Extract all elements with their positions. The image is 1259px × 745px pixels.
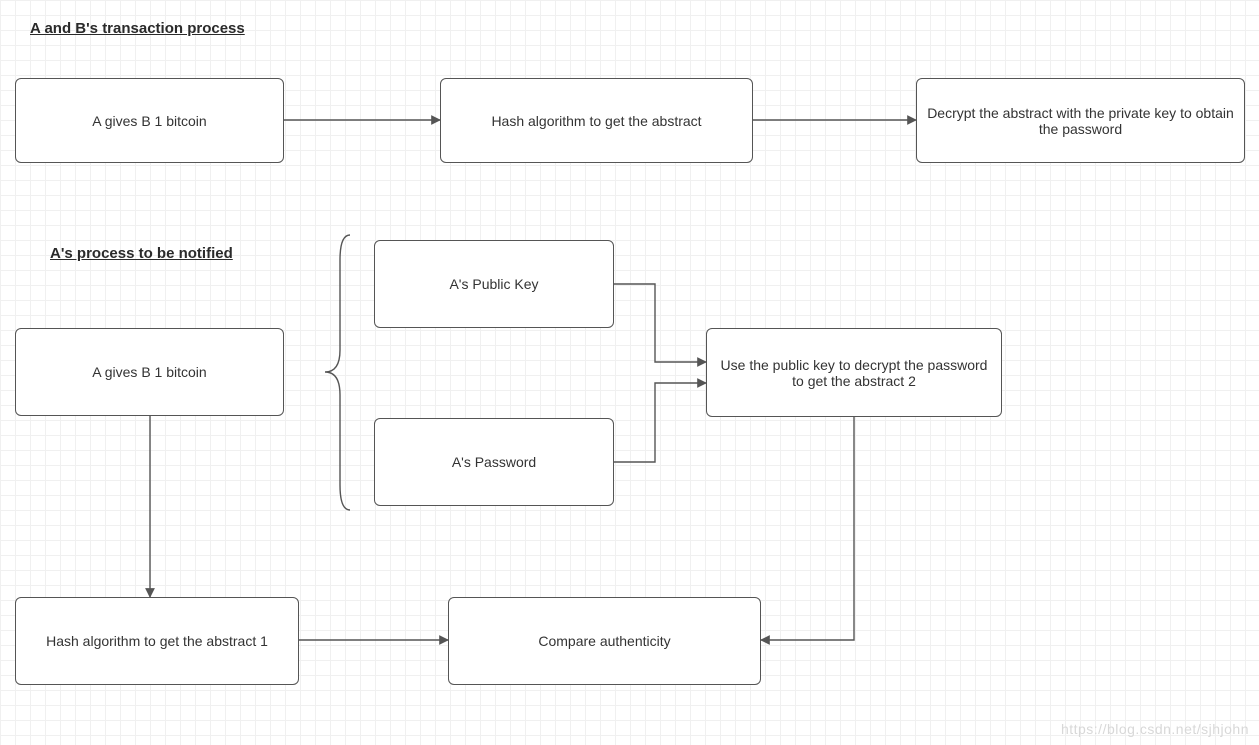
heading-top: A and B's transaction process [30, 20, 245, 37]
diagram-canvas: A and B's transaction process A's proces… [0, 0, 1259, 745]
box-b2: A's Public Key [374, 240, 614, 328]
box-a3: Decrypt the abstract with the private ke… [916, 78, 1245, 163]
watermark: https://blog.csdn.net/sjhjohn [1061, 721, 1249, 737]
heading-mid: A's process to be notified [50, 245, 233, 262]
box-b1: A gives B 1 bitcoin [15, 328, 284, 416]
box-b3: A's Password [374, 418, 614, 506]
box-a1: A gives B 1 bitcoin [15, 78, 284, 163]
box-a2: Hash algorithm to get the abstract [440, 78, 753, 163]
box-b4: Use the public key to decrypt the passwo… [706, 328, 1002, 417]
box-c2: Compare authenticity [448, 597, 761, 685]
box-c1: Hash algorithm to get the abstract 1 [15, 597, 299, 685]
